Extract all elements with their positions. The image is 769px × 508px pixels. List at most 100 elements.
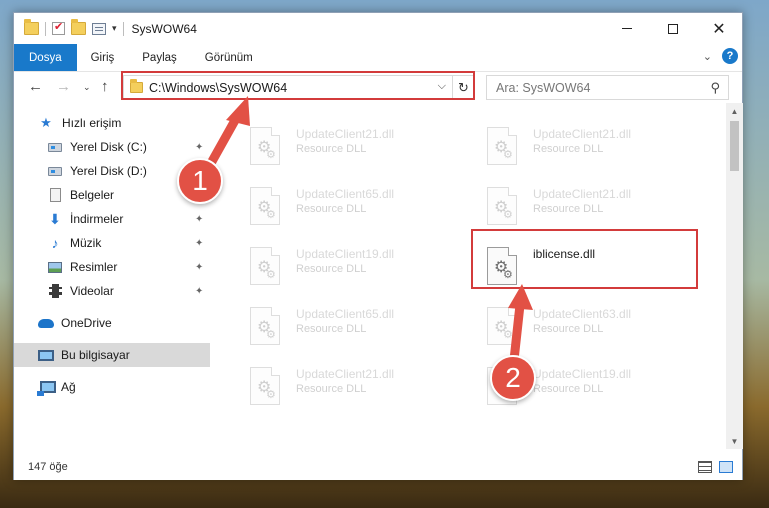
- window-title: SysWOW64: [131, 21, 197, 36]
- expand-ribbon-chevron-icon[interactable]: ⌄: [703, 50, 712, 63]
- star-icon: ★: [40, 115, 52, 130]
- sidebar-item-label: Videolar: [70, 284, 114, 298]
- sidebar-item-label: Müzik: [70, 236, 102, 250]
- sidebar-item-pictures[interactable]: Resimler ✦: [14, 255, 210, 279]
- sidebar-item-label: Resimler: [70, 260, 118, 274]
- file-item[interactable]: ⚙ ⚙ UpdateClient65.dll Resource DLL: [238, 301, 458, 357]
- navigation-pane: ★ Hızlı erişim Yerel Disk (C:) ✦ Yerel D…: [14, 103, 210, 449]
- pin-icon[interactable]: ✦: [195, 142, 203, 153]
- file-type: Resource DLL: [533, 143, 604, 155]
- ribbon-tabs: Dosya Giriş Paylaş Görünüm ⌄ ?: [14, 44, 742, 71]
- tab-share[interactable]: Paylaş: [128, 44, 191, 71]
- file-item[interactable]: ⚙ ⚙ UpdateClient63.dll Resource DLL: [475, 301, 695, 357]
- file-name: UpdateClient65.dll: [296, 187, 395, 201]
- pin-icon[interactable]: ✦: [195, 262, 203, 273]
- vertical-scrollbar[interactable]: ▲ ▼: [726, 103, 743, 449]
- tab-file[interactable]: Dosya: [14, 44, 77, 71]
- dll-file-icon: ⚙⚙: [250, 187, 280, 225]
- scroll-thumb[interactable]: [730, 121, 739, 171]
- file-name: UpdateClient19.dll: [533, 367, 632, 381]
- file-name: UpdateClient65.dll: [296, 307, 395, 321]
- file-name: UpdateClient21.dll: [296, 367, 395, 381]
- back-arrow-icon[interactable]: ←: [28, 78, 43, 95]
- file-name: UpdateClient21.dll: [296, 127, 395, 141]
- address-bar-highlight: [121, 71, 475, 100]
- computer-icon: [38, 348, 54, 362]
- sidebar-item-network[interactable]: Ağ: [14, 375, 210, 399]
- window-controls: ✕: [604, 13, 742, 44]
- customize-toolbar-dropdown-icon[interactable]: ▾: [112, 23, 117, 34]
- drive-icon: [47, 140, 63, 154]
- file-type: Resource DLL: [296, 263, 367, 275]
- tab-home[interactable]: Giriş: [77, 44, 129, 71]
- search-box[interactable]: Ara: SysWOW64 ⚲: [486, 75, 729, 100]
- file-type: Resource DLL: [296, 323, 367, 335]
- toolbar-separator: [122, 21, 124, 36]
- file-item[interactable]: ⚙ ⚙ UpdateClient21.dll Resource DLL: [475, 121, 695, 177]
- pin-icon[interactable]: ✦: [195, 238, 203, 249]
- sidebar-item-downloads[interactable]: ⬇ İndirmeler ✦: [14, 207, 210, 231]
- help-icon[interactable]: ?: [722, 48, 738, 64]
- file-type: Resource DLL: [533, 323, 604, 335]
- sidebar-item-label: Yerel Disk (C:): [70, 140, 147, 154]
- step-2-marker: 2: [490, 355, 536, 401]
- sidebar-item-label: Bu bilgisayar: [61, 348, 130, 362]
- dll-file-icon: ⚙⚙: [487, 307, 517, 345]
- sidebar-item-label: OneDrive: [61, 316, 112, 330]
- search-input[interactable]: Ara: SysWOW64: [496, 81, 590, 95]
- properties-check-icon[interactable]: [52, 20, 65, 35]
- up-arrow-icon[interactable]: ↑: [101, 78, 109, 95]
- sidebar-item-label: Ağ: [61, 380, 76, 394]
- file-type: Resource DLL: [296, 203, 367, 215]
- scroll-down-arrow-icon[interactable]: ▼: [726, 433, 743, 449]
- details-view-icon[interactable]: [698, 461, 712, 473]
- file-item[interactable]: ⚙⚙ UpdateClient19.dll Resource DLL: [238, 241, 458, 297]
- file-name: UpdateClient21.dll: [533, 187, 632, 201]
- file-type: Resource DLL: [533, 383, 604, 395]
- picture-icon: [47, 260, 63, 274]
- forward-arrow-icon[interactable]: →: [56, 78, 71, 95]
- sidebar-item-this-pc[interactable]: Bu bilgisayar: [14, 343, 210, 367]
- pin-icon[interactable]: ✦: [195, 214, 203, 225]
- maximize-icon: [668, 23, 678, 34]
- scroll-up-arrow-icon[interactable]: ▲: [726, 103, 743, 119]
- item-count: 147 öğe: [28, 461, 68, 473]
- download-icon: ⬇: [49, 210, 61, 227]
- tab-view[interactable]: Görünüm: [191, 44, 267, 71]
- dll-file-icon: ⚙⚙: [250, 367, 280, 405]
- recent-locations-dropdown-icon[interactable]: ⌄: [83, 82, 91, 93]
- music-icon: ♪: [51, 235, 59, 251]
- file-highlight: [471, 229, 698, 289]
- pin-icon[interactable]: ✦: [195, 286, 203, 297]
- close-button[interactable]: ✕: [696, 13, 742, 44]
- toolbar-separator: [45, 21, 46, 36]
- file-name: UpdateClient63.dll: [533, 307, 632, 321]
- file-item[interactable]: ⚙ ⚙ UpdateClient21.dll Resource DLL: [238, 361, 458, 417]
- dll-file-icon: ⚙⚙: [250, 127, 280, 165]
- file-name: UpdateClient19.dll: [296, 247, 395, 261]
- dll-file-icon: ⚙⚙: [487, 187, 517, 225]
- ribbon-right-controls: ⌄ ?: [703, 48, 738, 64]
- search-icon[interactable]: ⚲: [710, 80, 720, 96]
- properties-icon[interactable]: [92, 22, 106, 35]
- sidebar-item-label: Yerel Disk (D:): [70, 164, 147, 178]
- sidebar-item-videos[interactable]: Videolar ✦: [14, 279, 210, 303]
- quick-access-toolbar: ▾: [14, 19, 124, 36]
- sidebar-item-quick-access[interactable]: ★ Hızlı erişim: [14, 111, 210, 135]
- sidebar-item-onedrive[interactable]: OneDrive: [14, 311, 210, 335]
- file-type: Resource DLL: [533, 203, 604, 215]
- large-icons-view-icon[interactable]: [719, 461, 733, 473]
- maximize-button[interactable]: [650, 13, 696, 44]
- sidebar-item-label: İndirmeler: [70, 212, 124, 226]
- minimize-button[interactable]: [604, 13, 650, 44]
- file-item[interactable]: ⚙ ⚙ UpdateClient65.dll Resource DLL: [238, 181, 458, 237]
- sidebar-item-local-disk-c[interactable]: Yerel Disk (C:) ✦: [14, 135, 210, 159]
- folder-icon: [24, 19, 39, 35]
- new-folder-icon[interactable]: [71, 19, 86, 35]
- sidebar-item-music[interactable]: ♪ Müzik ✦: [14, 231, 210, 255]
- document-icon: [47, 188, 63, 202]
- minimize-icon: [622, 28, 632, 29]
- network-icon: [37, 380, 56, 396]
- file-type: Resource DLL: [296, 383, 367, 395]
- file-item[interactable]: ⚙ ⚙ UpdateClient21.dll Resource DLL: [238, 121, 458, 177]
